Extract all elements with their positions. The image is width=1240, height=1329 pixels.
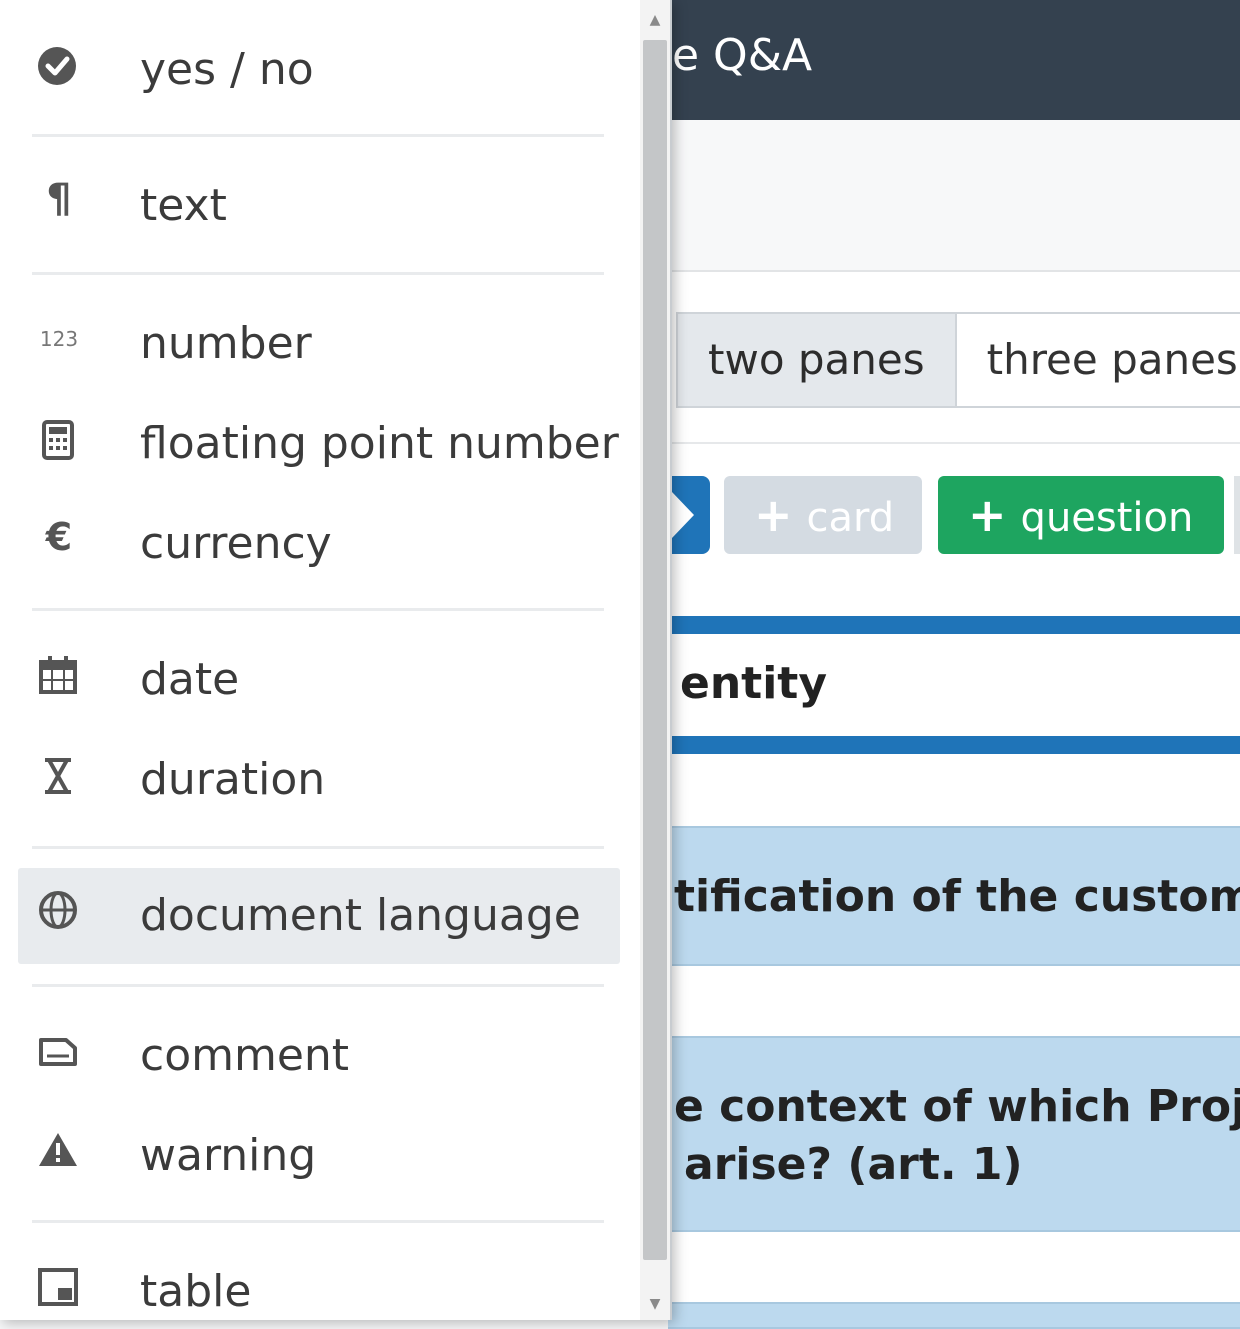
menu-item-text[interactable]: ¶ text <box>18 158 620 254</box>
warning-triangle-icon <box>36 1128 82 1178</box>
scroll-up-icon[interactable]: ▲ <box>643 10 667 30</box>
menu-item-document-language[interactable]: document language <box>18 868 620 964</box>
question-text: tification of the customer <box>674 871 1240 922</box>
menu-item-table[interactable]: table <box>18 1244 620 1320</box>
menu-item-label: comment <box>140 1030 350 1081</box>
question-card[interactable]: e context of which Project arise? (art. … <box>668 1036 1240 1232</box>
app-title: e Q&A <box>672 30 813 81</box>
menu-item-comment[interactable]: comment <box>18 1008 620 1104</box>
menu-item-label: text <box>140 180 227 231</box>
question-text: e context of which Project arise? (art. … <box>674 1078 1240 1194</box>
question-card[interactable]: tification of the customer <box>668 826 1240 966</box>
comment-box-icon <box>36 1028 82 1078</box>
tab-three-panes[interactable]: three panes <box>956 312 1240 408</box>
add-card-button[interactable]: + card <box>724 476 922 554</box>
menu-item-number[interactable]: 123 number <box>18 296 620 392</box>
tab-two-panes[interactable]: two panes <box>676 312 957 408</box>
add-card-label: card <box>806 495 895 541</box>
calendar-icon <box>36 652 82 702</box>
table-icon <box>36 1264 82 1314</box>
add-question-label: question <box>1020 495 1194 541</box>
menu-separator <box>32 984 604 987</box>
question-text-line: arise? (art. 1) <box>684 1139 1023 1190</box>
menu-scrollbar-thumb[interactable] <box>643 40 667 1260</box>
numbers-123-icon: 123 <box>39 327 79 351</box>
paragraph-icon: ¶ <box>46 176 72 222</box>
question-card[interactable] <box>668 1302 1240 1329</box>
menu-item-label: currency <box>140 518 332 569</box>
menu-item-label: number <box>140 318 312 369</box>
hourglass-icon <box>36 752 82 802</box>
plus-icon: + <box>754 488 793 542</box>
menu-separator <box>32 608 604 611</box>
menu-item-label: duration <box>140 754 326 805</box>
menu-separator <box>32 134 604 137</box>
next-arrow-button[interactable] <box>668 476 710 554</box>
divider <box>668 442 1240 444</box>
menu-separator <box>32 272 604 275</box>
menu-separator <box>32 1220 604 1223</box>
check-circle-icon <box>36 42 82 92</box>
calculator-icon <box>36 416 82 466</box>
scroll-down-icon[interactable]: ▼ <box>643 1294 667 1314</box>
plus-icon: + <box>968 488 1007 542</box>
add-question-button[interactable]: + question <box>938 476 1224 554</box>
question-type-menu: yes / no ¶ text 123 number floating poin… <box>0 0 672 1320</box>
question-text-line: e context of which Project <box>674 1081 1240 1132</box>
section-rule-top <box>668 616 1240 634</box>
menu-item-yes-no[interactable]: yes / no <box>18 22 620 118</box>
toolbar-strip <box>668 120 1240 272</box>
menu-item-date[interactable]: date <box>18 632 620 728</box>
section-heading: entity <box>680 658 827 709</box>
menu-item-duration[interactable]: duration <box>18 732 620 828</box>
menu-item-label: warning <box>140 1130 317 1181</box>
globe-icon <box>36 888 82 938</box>
menu-item-floating-point-number[interactable]: floating point number <box>18 396 620 492</box>
toolbar-button-edge[interactable] <box>1234 476 1240 554</box>
menu-item-label: table <box>140 1266 252 1317</box>
menu-item-warning[interactable]: warning <box>18 1108 620 1204</box>
menu-separator <box>32 846 604 849</box>
pane-tabs: two panes three panes <box>676 312 1240 410</box>
section-rule-bottom <box>668 736 1240 754</box>
menu-item-currency[interactable]: € currency <box>18 496 620 592</box>
menu-item-label: document language <box>140 890 581 941</box>
menu-item-label: floating point number <box>140 418 619 469</box>
menu-item-label: yes / no <box>140 44 314 95</box>
menu-item-label: date <box>140 654 240 705</box>
euro-icon: € <box>45 515 73 559</box>
